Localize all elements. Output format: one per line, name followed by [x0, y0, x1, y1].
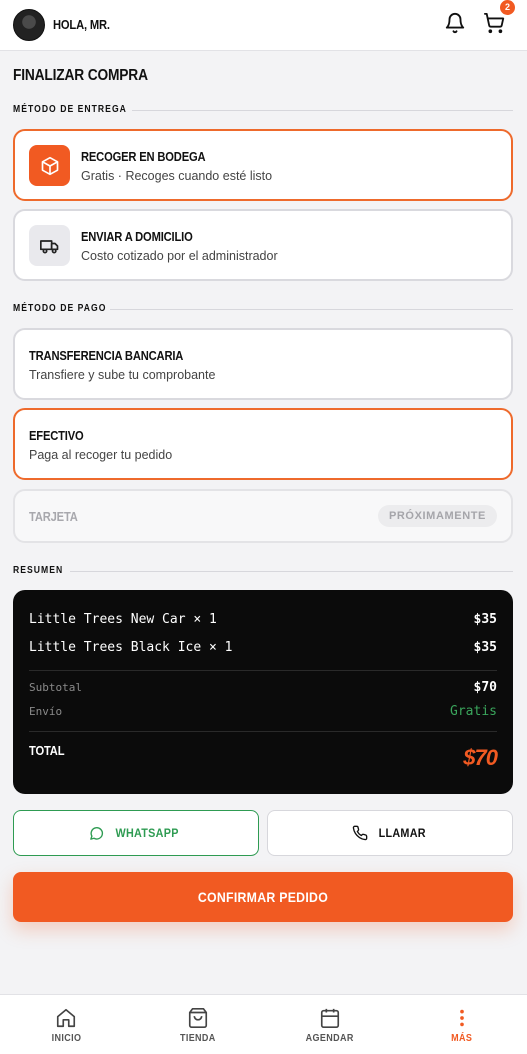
greeting: HOLA, MR. — [53, 17, 110, 32]
divider — [110, 309, 513, 310]
payment-option-card: TARJETA PRÓXIMAMENTE — [13, 489, 513, 543]
bottom-nav: INICIO TIENDA AGENDAR MÁS — [0, 994, 527, 1054]
payment-section-label: MÉTODO DE PAGO — [13, 303, 107, 314]
option-title: ENVIAR A DOMICILIO — [81, 229, 193, 244]
shipping-value: Gratis — [450, 704, 497, 719]
payment-option-cash[interactable]: EFECTIVO Paga al recoger tu pedido — [13, 408, 513, 480]
cart-count-badge: 2 — [500, 0, 515, 15]
option-subtitle: Costo cotizado por el administrador — [81, 249, 278, 263]
nav-item-tienda[interactable]: TIENDA — [132, 995, 264, 1054]
option-title: RECOGER EN BODEGA — [81, 149, 206, 164]
coming-soon-badge: PRÓXIMAMENTE — [377, 505, 497, 527]
phone-icon — [352, 825, 368, 841]
calendar-icon — [320, 1008, 340, 1028]
app-header: HOLA, MR. 2 — [0, 0, 527, 51]
summary-item-name: Little Trees Black Ice × 1 — [29, 640, 233, 655]
option-subtitle: Paga al recoger tu pedido — [29, 448, 173, 462]
divider — [70, 571, 513, 572]
divider — [132, 110, 513, 111]
shopping-bag-icon — [188, 1007, 208, 1028]
total-label: TOTAL — [29, 743, 65, 758]
option-subtitle: Gratis · Recoges cuando esté listo — [81, 169, 273, 183]
total-value: $70 — [463, 745, 498, 770]
delivery-section-label: MÉTODO DE ENTREGA — [13, 104, 127, 115]
truck-icon — [29, 225, 70, 266]
shipping-label: Envío — [29, 705, 63, 718]
more-vertical-icon — [460, 1009, 464, 1026]
option-subtitle: Transfiere y sube tu comprobante — [29, 368, 216, 382]
cart-icon[interactable] — [483, 12, 505, 34]
summary-item-price: $35 — [473, 612, 497, 627]
option-title: EFECTIVO — [29, 428, 84, 443]
page-title: FINALIZAR COMPRA — [13, 67, 148, 84]
nav-item-agendar[interactable]: AGENDAR — [264, 995, 396, 1054]
whatsapp-button[interactable]: WHATSAPP — [13, 810, 259, 856]
confirm-order-button[interactable]: CONFIRMAR PEDIDO — [13, 872, 513, 922]
nav-label: TIENDA — [180, 1032, 216, 1044]
summary-item-name: Little Trees New Car × 1 — [29, 612, 217, 627]
option-title: TRANSFERENCIA BANCARIA — [29, 348, 184, 363]
summary-divider — [29, 670, 497, 671]
nav-label: AGENDAR — [305, 1032, 355, 1044]
nav-item-inicio[interactable]: INICIO — [0, 995, 132, 1054]
call-label: LLAMAR — [378, 826, 426, 840]
whatsapp-icon — [90, 826, 104, 840]
whatsapp-label: WHATSAPP — [115, 826, 180, 840]
delivery-option-home[interactable]: ENVIAR A DOMICILIO Costo cotizado por el… — [13, 209, 513, 281]
nav-item-mas[interactable]: MÁS — [396, 995, 527, 1054]
summary-divider — [29, 731, 497, 732]
summary-item-price: $35 — [473, 640, 497, 655]
box-icon — [29, 145, 70, 186]
option-title: TARJETA — [29, 509, 78, 524]
call-button[interactable]: LLAMAR — [267, 810, 513, 856]
confirm-order-label: CONFIRMAR PEDIDO — [197, 889, 329, 905]
payment-option-transfer[interactable]: TRANSFERENCIA BANCARIA Transfiere y sube… — [13, 328, 513, 400]
order-summary: Little Trees New Car × 1 $35 Little Tree… — [13, 590, 513, 794]
avatar[interactable] — [13, 9, 45, 41]
subtotal-label: Subtotal — [29, 681, 82, 694]
summary-section-label: RESUMEN — [13, 565, 64, 576]
nav-label: MÁS — [451, 1032, 473, 1044]
nav-label: INICIO — [51, 1032, 81, 1044]
bell-icon[interactable] — [444, 12, 466, 34]
home-icon — [56, 1008, 76, 1027]
delivery-option-pickup[interactable]: RECOGER EN BODEGA Gratis · Recoges cuand… — [13, 129, 513, 201]
subtotal-value: $70 — [473, 680, 497, 695]
